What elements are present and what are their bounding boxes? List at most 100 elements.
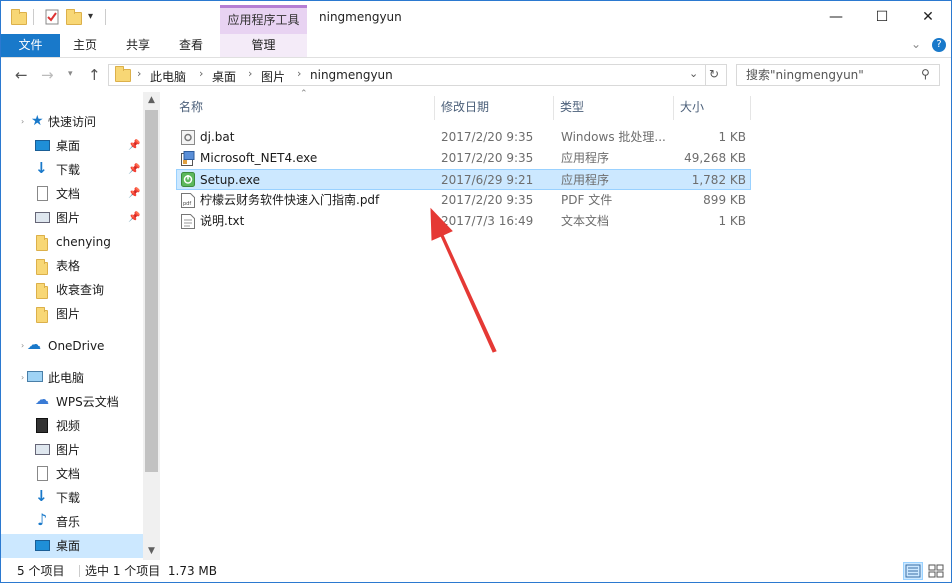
nav-scrollbar[interactable]: ▲ ▼ <box>143 92 160 560</box>
column-divider[interactable] <box>434 96 435 120</box>
forward-arrow-icon[interactable]: → <box>41 66 54 84</box>
refresh-icon[interactable]: ↻ <box>709 67 719 81</box>
text-file-icon <box>181 214 195 229</box>
file-row[interactable]: pdf 柠檬云财务软件快速入门指南.pdf 2017/2/20 9:35 PDF… <box>176 190 751 211</box>
breadcrumb-separator[interactable]: › <box>137 67 141 80</box>
nav-item-wps-cloud[interactable]: ☁ WPS云文档 <box>1 390 143 414</box>
nav-item-downloads[interactable]: ↓ 下载 📌 <box>1 158 143 182</box>
breadcrumb-separator[interactable]: › <box>248 67 252 80</box>
large-icons-view-icon[interactable] <box>926 562 946 580</box>
column-divider[interactable] <box>553 96 554 120</box>
column-divider[interactable] <box>750 96 751 120</box>
status-bar: 5 个项目 选中 1 个项目 1.73 MB <box>1 560 951 582</box>
installer-icon <box>181 151 195 166</box>
nav-label: 此电脑 <box>48 371 85 385</box>
file-row[interactable]: dj.bat 2017/2/20 9:35 Windows 批处理... 1 K… <box>176 127 751 148</box>
column-header-name[interactable]: 名称 <box>179 92 434 123</box>
nav-onedrive[interactable]: › ☁ OneDrive <box>1 334 143 358</box>
nav-item-chenying[interactable]: chenying <box>1 230 143 254</box>
search-input[interactable] <box>737 65 917 85</box>
column-header-date[interactable]: 修改日期 <box>441 92 553 123</box>
back-arrow-icon[interactable]: ← <box>15 66 28 84</box>
column-header-type[interactable]: 类型 <box>560 92 673 123</box>
column-divider[interactable] <box>673 96 674 120</box>
tab-home[interactable]: 主页 <box>60 34 110 57</box>
file-row[interactable]: Microsoft_NET4.exe 2017/2/20 9:35 应用程序 4… <box>176 148 751 169</box>
up-arrow-icon[interactable]: ↑ <box>88 66 101 84</box>
divider <box>33 9 34 25</box>
help-icon[interactable]: ? <box>932 38 946 52</box>
file-type: PDF 文件 <box>561 193 613 207</box>
search-box[interactable]: ⚲ <box>736 64 940 86</box>
tab-file[interactable]: 文件 <box>1 34 60 57</box>
scroll-thumb[interactable] <box>145 110 158 472</box>
selection-info: 选中 1 个项目 1.73 MB <box>85 564 218 578</box>
cloud-icon: ☁ <box>27 337 41 353</box>
close-button[interactable]: ✕ <box>905 1 951 33</box>
address-dropdown-icon[interactable]: ⌄ <box>689 67 698 80</box>
expand-caret-icon[interactable]: › <box>21 334 24 358</box>
tab-share[interactable]: 共享 <box>113 34 163 57</box>
nav-item-music[interactable]: ♪ 音乐 <box>1 510 143 534</box>
nav-item-desktop[interactable]: 桌面 📌 <box>1 134 143 158</box>
minimize-icon: — <box>829 9 843 25</box>
details-view-icon[interactable] <box>903 562 923 580</box>
nav-item-pc-pictures[interactable]: 图片 <box>1 438 143 462</box>
tab-manage[interactable]: 管理 <box>220 34 307 57</box>
batch-file-icon <box>181 130 195 145</box>
file-row-selected[interactable]: Setup.exe 2017/6/29 9:21 应用程序 1,782 KB <box>176 169 751 190</box>
breadcrumb-pictures[interactable]: 图片 <box>261 68 285 85</box>
breadcrumb-this-pc[interactable]: 此电脑 <box>150 68 186 85</box>
nav-item-documents[interactable]: 文档 📌 <box>1 182 143 206</box>
nav-item-pc-documents[interactable]: 文档 <box>1 462 143 486</box>
expand-caret-icon[interactable]: › <box>21 110 24 134</box>
chevron-down-icon[interactable]: ⌄ <box>911 37 921 51</box>
nav-this-pc[interactable]: › 此电脑 <box>1 366 143 390</box>
cloud-icon: ☁ <box>35 392 49 408</box>
nav-label: 快速访问 <box>48 115 97 129</box>
minimize-button[interactable]: — <box>813 1 859 33</box>
nav-item-pc-downloads[interactable]: ↓ 下载 <box>1 486 143 510</box>
file-date: 2017/2/20 9:35 <box>441 193 534 207</box>
maximize-icon: ☐ <box>875 9 889 25</box>
breadcrumb-separator[interactable]: › <box>199 67 203 80</box>
column-header-size[interactable]: 大小 <box>680 92 750 123</box>
nav-label: 音乐 <box>56 515 81 529</box>
divider <box>705 65 706 85</box>
properties-icon[interactable] <box>44 9 60 25</box>
address-bar[interactable]: › 此电脑 › 桌面 › 图片 › ningmengyun ⌄ ↻ <box>108 64 727 86</box>
nav-item-tables[interactable]: 表格 <box>1 254 143 278</box>
file-name: dj.bat <box>200 130 235 144</box>
nav-item-pictures-folder[interactable]: 图片 <box>1 302 143 326</box>
svg-text:pdf: pdf <box>183 201 191 207</box>
scroll-up-icon[interactable]: ▲ <box>143 92 160 109</box>
breadcrumb-separator[interactable]: › <box>297 67 301 80</box>
recent-locations-chevron-icon[interactable]: ▾ <box>68 69 73 79</box>
search-icon[interactable]: ⚲ <box>921 67 930 81</box>
nav-item-videos[interactable]: 视频 <box>1 414 143 438</box>
new-folder-icon[interactable] <box>66 9 82 25</box>
document-icon <box>37 466 48 481</box>
tab-view[interactable]: 查看 <box>166 34 216 57</box>
document-icon <box>37 186 48 201</box>
explorer-window: ▾ 应用程序工具 ningmengyun — ☐ ✕ 文件 主页 共享 查看 管… <box>0 0 952 583</box>
expand-caret-icon[interactable]: › <box>21 366 24 390</box>
nav-item-query[interactable]: 收衰查询 <box>1 278 143 302</box>
file-row[interactable]: 说明.txt 2017/7/3 16:49 文本文档 1 KB <box>176 211 751 232</box>
nav-label: 收衰查询 <box>56 283 105 297</box>
nav-quick-access[interactable]: › ★ 快速访问 <box>1 110 143 134</box>
breadcrumb-ningmengyun[interactable]: ningmengyun <box>310 68 393 82</box>
folder-icon <box>36 235 50 251</box>
file-date: 2017/2/20 9:35 <box>441 130 534 144</box>
nav-label: chenying <box>56 235 111 249</box>
customize-toolbar-icon[interactable]: ▾ <box>88 9 104 25</box>
nav-item-pictures[interactable]: 图片 📌 <box>1 206 143 230</box>
nav-item-pc-desktop[interactable]: 桌面 <box>1 534 143 558</box>
pictures-icon <box>35 444 50 455</box>
breadcrumb-desktop[interactable]: 桌面 <box>212 68 236 85</box>
file-type: 应用程序 <box>561 173 610 187</box>
maximize-button[interactable]: ☐ <box>859 1 905 33</box>
nav-label: 下载 <box>56 491 81 505</box>
nav-label: 文档 <box>56 187 81 201</box>
scroll-down-icon[interactable]: ▼ <box>143 543 160 560</box>
